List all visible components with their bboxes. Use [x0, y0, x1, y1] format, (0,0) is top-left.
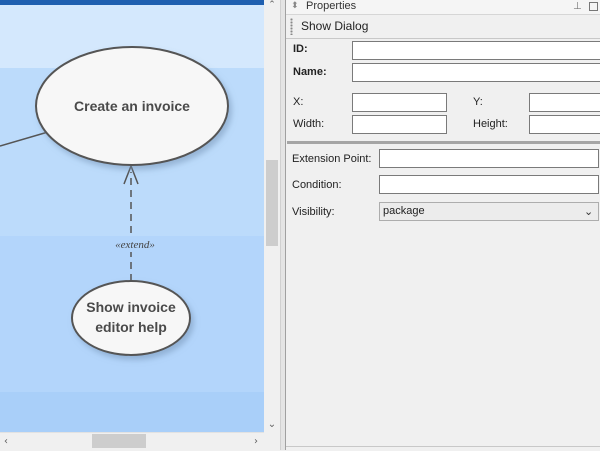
extension-point-input[interactable] — [380, 150, 598, 167]
extension-point-field[interactable] — [379, 149, 599, 168]
id-label: ID: — [293, 43, 308, 55]
id-field[interactable] — [352, 41, 600, 60]
y-label: Y: — [473, 96, 483, 108]
scroll-right-icon[interactable]: › — [250, 433, 262, 450]
extension-point-label: Extension Point: — [292, 153, 372, 165]
condition-label: Condition: — [292, 179, 342, 191]
diagram-svg[interactable]: Create an invoice «extend» Show invoice … — [0, 0, 264, 432]
width-field[interactable] — [352, 115, 447, 134]
visibility-label: Visibility: — [292, 206, 335, 218]
extend-stereotype-label: «extend» — [115, 239, 155, 251]
name-label: Name: — [293, 66, 327, 78]
panel-bottom-edge — [286, 446, 600, 451]
width-label: Width: — [293, 118, 325, 130]
visibility-value[interactable]: package — [383, 202, 425, 221]
use-case-help-label-line1: Show invoice — [86, 299, 176, 315]
name-field[interactable] — [352, 63, 600, 82]
panel-title: Properties — [306, 0, 357, 12]
panel-menu-icon[interactable]: ⬍ — [291, 0, 299, 13]
height-label: Height: — [473, 118, 508, 130]
condition-field[interactable] — [379, 175, 599, 194]
height-field[interactable] — [529, 115, 600, 134]
x-label: X: — [293, 96, 304, 108]
element-title: Show Dialog — [301, 19, 369, 33]
y-input[interactable] — [530, 94, 600, 111]
scroll-down-icon[interactable]: ⌄ — [264, 418, 280, 432]
scroll-left-icon[interactable]: ‹ — [0, 433, 12, 450]
association-line[interactable] — [0, 131, 49, 147]
chevron-down-icon[interactable]: ⌄ — [584, 202, 593, 221]
restore-icon[interactable] — [589, 2, 598, 11]
horizontal-scroll-thumb[interactable] — [92, 434, 146, 448]
use-case-show-invoice-help[interactable] — [71, 280, 191, 356]
x-field[interactable] — [352, 93, 447, 112]
grip-icon[interactable] — [290, 18, 293, 35]
pin-icon[interactable]: ⊥ — [573, 0, 582, 13]
vertical-scroll-thumb[interactable] — [266, 160, 278, 246]
use-case-create-invoice-label: Create an invoice — [74, 98, 190, 114]
height-input[interactable] — [530, 116, 600, 133]
scroll-up-icon[interactable]: ⌃ — [264, 0, 280, 10]
x-input[interactable] — [353, 94, 446, 111]
condition-input[interactable] — [380, 176, 598, 193]
section-separator — [287, 141, 600, 144]
use-case-help-label-line2: editor help — [95, 319, 167, 335]
width-input[interactable] — [353, 116, 446, 133]
y-field[interactable] — [529, 93, 600, 112]
id-input[interactable] — [353, 42, 600, 59]
diagram-canvas[interactable]: Create an invoice «extend» Show invoice … — [0, 0, 264, 432]
name-input[interactable] — [353, 64, 600, 81]
